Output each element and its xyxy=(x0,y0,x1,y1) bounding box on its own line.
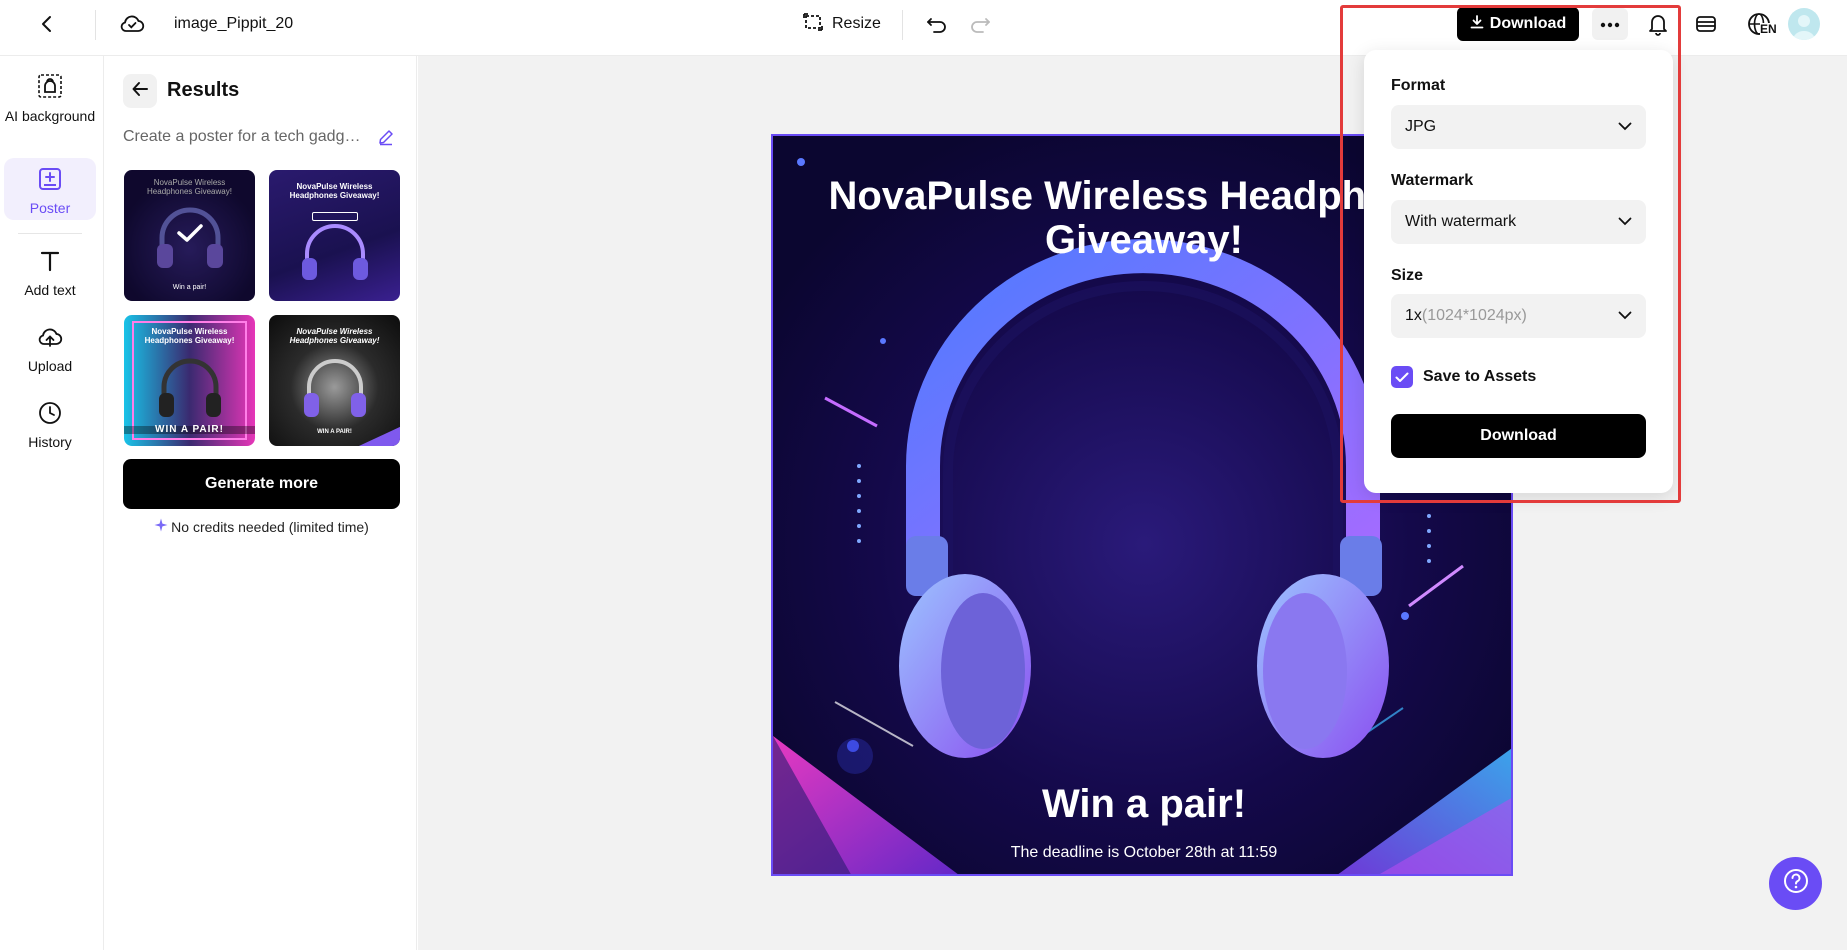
selected-check-icon xyxy=(176,222,204,249)
rail-label: Poster xyxy=(29,200,71,216)
poster-icon xyxy=(37,166,63,196)
rail-item-ai-background[interactable]: AI background xyxy=(4,72,96,125)
rail-item-history[interactable]: History xyxy=(4,400,96,451)
size-scale: 1x xyxy=(1405,307,1422,324)
rail-label: History xyxy=(28,434,72,450)
bell-icon[interactable] xyxy=(1640,6,1676,42)
resize-icon xyxy=(802,11,824,38)
size-select[interactable]: 1x(1024*1024px) xyxy=(1391,294,1646,338)
back-arrow-icon[interactable] xyxy=(29,6,65,42)
more-dots-icon xyxy=(1600,15,1620,33)
generate-more-button[interactable]: Generate more xyxy=(123,459,400,509)
divider xyxy=(95,10,96,40)
result-thumbnail-2[interactable]: NovaPulse Wireless Headphones Giveaway! xyxy=(269,170,400,301)
poster-subtitle[interactable]: Win a pair! xyxy=(773,782,1511,827)
language-globe-icon[interactable]: EN xyxy=(1740,8,1780,42)
thumbnail-title: NovaPulse Wireless Headphones Giveaway! xyxy=(289,182,380,200)
rail-item-add-text[interactable]: Add text xyxy=(4,248,96,299)
help-button[interactable] xyxy=(1769,857,1822,910)
rail-divider xyxy=(18,233,82,234)
rail-label: Add text xyxy=(24,282,76,298)
rail-label: Upload xyxy=(27,358,73,374)
save-to-assets-checkbox[interactable] xyxy=(1391,366,1413,388)
resize-button[interactable]: Resize xyxy=(802,10,881,38)
language-badge: EN xyxy=(1760,22,1777,36)
undo-icon[interactable] xyxy=(919,6,955,42)
download-options-panel: Format JPG Watermark With watermark Size… xyxy=(1364,50,1673,493)
upload-icon xyxy=(36,324,64,354)
credits-text: No credits needed (limited time) xyxy=(171,518,369,535)
cloud-sync-icon[interactable] xyxy=(114,6,150,42)
results-back-button[interactable] xyxy=(123,74,157,108)
prompt-text: Create a poster for a tech gadge... xyxy=(123,128,363,145)
thumbnail-title: NovaPulse Wireless Headphones Giveaway! xyxy=(289,327,380,345)
sparkle-icon xyxy=(154,518,168,535)
divider xyxy=(902,10,903,40)
chevron-down-icon xyxy=(1618,118,1632,136)
text-icon xyxy=(37,248,63,278)
rail-item-poster[interactable]: Poster xyxy=(4,158,96,220)
resize-label: Resize xyxy=(832,15,881,32)
save-to-assets-label: Save to Assets xyxy=(1423,368,1537,385)
ai-background-icon xyxy=(36,72,64,104)
download-icon xyxy=(1470,14,1484,34)
watermark-select[interactable]: With watermark xyxy=(1391,200,1646,244)
poster-deadline[interactable]: The deadline is October 28th at 11:59 xyxy=(773,844,1511,862)
thumbnail-subtitle: Win a pair! xyxy=(172,284,207,291)
download-label: Download xyxy=(1489,15,1567,32)
size-label: Size xyxy=(1391,267,1424,284)
wallet-icon[interactable] xyxy=(1688,6,1724,42)
rail-label: AI background xyxy=(4,108,96,124)
edit-prompt-icon[interactable] xyxy=(377,128,397,148)
size-detail: (1024*1024px) xyxy=(1421,307,1527,324)
user-avatar[interactable] xyxy=(1788,8,1820,40)
download-confirm-button[interactable]: Download xyxy=(1391,414,1646,458)
history-icon xyxy=(37,400,63,430)
chevron-down-icon xyxy=(1618,307,1632,325)
size-value: 1x(1024*1024px) xyxy=(1405,307,1527,325)
back-arrow-icon xyxy=(131,80,149,103)
watermark-label: Watermark xyxy=(1391,172,1474,189)
format-select[interactable]: JPG xyxy=(1391,105,1646,149)
rail-item-upload[interactable]: Upload xyxy=(4,324,96,375)
file-title[interactable]: image_Pippit_20 xyxy=(174,14,293,34)
results-panel: Results Create a poster for a tech gadge… xyxy=(105,56,417,950)
credits-note: No credits needed (limited time) xyxy=(123,518,400,535)
help-icon xyxy=(1782,867,1810,900)
thumbnail-title: NovaPulse Wireless Headphones Giveaway! xyxy=(144,327,235,345)
more-options-button[interactable] xyxy=(1592,8,1628,40)
format-label: Format xyxy=(1391,77,1446,94)
chevron-down-icon xyxy=(1618,213,1632,231)
format-value: JPG xyxy=(1405,118,1437,135)
result-thumbnail-4[interactable]: NovaPulse Wireless Headphones Giveaway! … xyxy=(269,315,400,446)
result-thumbnail-1[interactable]: NovaPulse Wireless Headphones Giveaway! … xyxy=(124,170,255,301)
top-bar: image_Pippit_20 Resize Download EN xyxy=(0,0,1847,56)
redo-icon[interactable] xyxy=(962,6,998,42)
download-button[interactable]: Download xyxy=(1457,7,1579,41)
thumbnail-subtitle: WIN A PAIR! xyxy=(124,425,255,435)
watermark-value: With watermark xyxy=(1405,213,1517,230)
save-to-assets-row: Save to Assets xyxy=(1391,366,1536,388)
result-thumbnail-3[interactable]: NovaPulse Wireless Headphones Giveaway! … xyxy=(124,315,255,446)
tool-rail: AI background Poster Add text Upload His… xyxy=(0,56,104,950)
panel-title: Results xyxy=(167,79,240,101)
